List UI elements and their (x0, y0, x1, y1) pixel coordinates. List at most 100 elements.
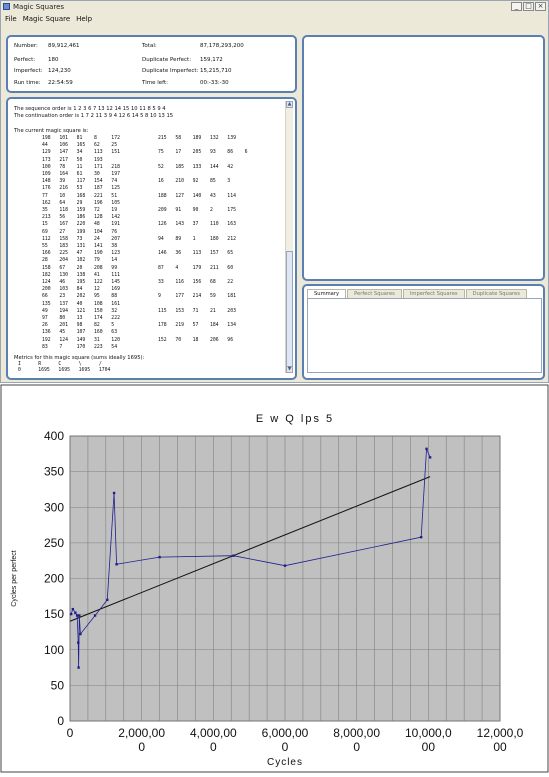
dup-perfect-label: Duplicate Perfect: (142, 57, 192, 63)
square-row-left: 69 27 199 104 76 (42, 229, 118, 235)
square-row-left: 124 46 195 122 145 (42, 280, 120, 285)
data-point (425, 447, 428, 451)
square-row-left: 49 194 121 150 32 (42, 308, 118, 314)
data-point (283, 564, 287, 567)
menu-help[interactable]: Help (76, 13, 92, 25)
square-row-left: 66 23 202 95 88 (42, 294, 118, 300)
x-tick-label: 0 (282, 740, 289, 754)
current-square-heading: The current magic square is: (14, 128, 89, 134)
runtime-label: Run time: (14, 80, 41, 86)
square-row-right: 178 219 57 184 134 (158, 323, 236, 329)
square-row-left: 35 118 159 72 19 (42, 208, 118, 213)
x-tick-label: 0 (353, 740, 360, 754)
data-point (77, 641, 80, 644)
number-value: 89,912,461 (48, 43, 80, 49)
data-point (79, 632, 82, 636)
output-panel: The sequence order is 1 2 3 6 7 13 12 14… (6, 97, 297, 380)
x-tick-label: 00 (493, 740, 507, 754)
square-row-left: 15 167 220 48 191 (42, 222, 120, 228)
data-point (71, 607, 75, 611)
chart-svg: 0501001502002503003504000 2,000,0004,000,… (0, 384, 549, 773)
chart-title: E w Q lps 5 (256, 413, 334, 425)
square-row-left: 176 216 53 187 125 (42, 186, 120, 192)
y-tick-label: 50 (51, 678, 65, 692)
metrics-heading: Metrics for this magic square (sums idea… (14, 355, 145, 361)
right-top-panel (302, 35, 545, 281)
imperfect-label: Imperfect: (14, 68, 43, 74)
x-tick-label: 0 (138, 740, 145, 754)
x-tick-label: 0 (210, 740, 217, 754)
square-row-right: 9 177 214 59 181 (158, 294, 236, 300)
square-row-left: 83 7 170 223 54 (42, 344, 118, 350)
maximize-button[interactable]: □ (523, 2, 534, 11)
x-tick-label: 2,000,00 (118, 726, 165, 740)
time-left-value: 00:-33:-30 (200, 80, 229, 86)
sequence-order-text: The sequence order is 1 2 3 6 7 13 12 14… (14, 106, 166, 112)
number-label: Number: (14, 43, 38, 49)
square-row-left: 135 137 40 108 161 (42, 301, 120, 307)
square-row-left: 192 124 149 31 120 (42, 337, 120, 343)
square-row-left: 213 56 186 128 142 (42, 215, 120, 221)
stats-panel: Number: 89,912,461 Perfect: 180 Imperfec… (6, 35, 297, 93)
x-tick-label: 8,000,00 (333, 726, 380, 740)
data-point (158, 555, 161, 559)
square-row-left: 55 183 131 141 38 (42, 244, 118, 249)
window-title: Magic Squares (13, 3, 65, 11)
square-row-left: 112 158 73 24 207 (42, 236, 120, 242)
square-row-left: 136 45 107 160 63 (42, 330, 118, 336)
y-tick-label: 250 (44, 536, 64, 550)
square-row-right: 75 17 205 93 86 6 (158, 150, 248, 156)
square-row-right: 188 127 140 43 114 (158, 193, 236, 199)
menu-bar: File Magic Square Help (1, 13, 548, 25)
chart-container: 0 50 100 150 200 250 300 350 400 0 2,000,00 0 4,000,… (0, 384, 549, 773)
y-tick-label: 0 (57, 714, 64, 728)
square-row-right: 209 91 90 2 175 (158, 208, 236, 213)
square-row-left: 200 103 84 12 169 (42, 287, 120, 293)
x-tick-label: 0 (67, 726, 74, 740)
x-axis-label: Cycles (267, 757, 303, 768)
x-tick-label: 4,000,00 (190, 726, 237, 740)
app-icon (3, 3, 10, 10)
metrics-values: 0 1695 1695 1695 1704 (18, 368, 111, 373)
square-row-left: 162 64 29 196 105 (42, 200, 120, 206)
dup-imperfect-label: Duplicate Imperfect: (142, 68, 199, 74)
square-row-right: 33 116 156 68 22 (158, 280, 234, 285)
square-row-left: 173 217 50 193 (42, 157, 103, 163)
data-point (419, 535, 423, 539)
square-row-left: 109 164 61 30 197 (42, 172, 120, 177)
data-point (78, 614, 81, 617)
continuation-order-text: The continuation order is 1 7 2 11 3 9 4… (14, 113, 174, 119)
data-point (93, 614, 97, 617)
square-row-right: 215 58 189 132 139 (158, 136, 236, 141)
scroll-down-button[interactable]: ▼ (286, 366, 293, 373)
imperfect-value: 124,230 (48, 68, 71, 74)
minimize-button[interactable]: _ (511, 2, 522, 11)
square-row-left: 182 130 138 41 111 (42, 272, 120, 278)
data-point (232, 554, 235, 557)
title-bar[interactable]: Magic Squares _ □ × (1, 1, 548, 13)
output-scrollbar[interactable]: ▲ ▼ (285, 101, 293, 373)
data-point (112, 491, 116, 495)
square-row-left: 77 10 168 221 51 (42, 193, 118, 199)
square-row-left: 129 147 34 113 151 (42, 150, 120, 156)
square-row-left: 28 204 102 79 14 (42, 258, 118, 264)
square-row-left: 100 78 11 171 218 (42, 164, 120, 170)
menu-magic-square[interactable]: Magic Square (23, 13, 70, 25)
square-row-right: 152 70 18 206 96 (158, 337, 234, 343)
square-row-left: 26 201 98 82 5 (42, 323, 115, 329)
y-axis-label: Cycles per perfect (11, 550, 18, 606)
square-row-right: 52 185 133 144 42 (158, 164, 234, 170)
square-row-right: 87 4 179 211 60 (158, 265, 234, 271)
scroll-up-button[interactable]: ▲ (286, 101, 293, 108)
square-row-left: 158 67 20 208 99 (42, 265, 118, 271)
close-button[interactable]: × (535, 2, 546, 11)
dup-perfect-value: 159,172 (200, 57, 223, 63)
data-point (74, 611, 77, 614)
y-tick-label: 200 (44, 572, 64, 586)
scroll-thumb[interactable] (286, 251, 293, 371)
square-row-left: 44 106 165 62 25 (42, 143, 118, 149)
y-tick-label: 150 (44, 607, 64, 621)
total-value: 87,178,293,200 (200, 43, 244, 49)
menu-file[interactable]: File (5, 13, 17, 25)
square-row-left: 166 225 47 190 123 (42, 251, 120, 257)
